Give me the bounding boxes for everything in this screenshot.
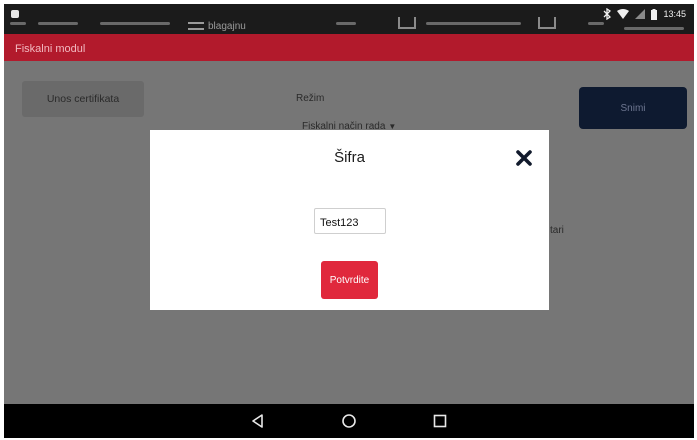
password-dialog: Šifra Potvrdite [150, 130, 549, 310]
clock: 13:45 [663, 9, 686, 19]
app-title: Fiskalni modul [15, 43, 86, 55]
save-button[interactable]: Snimi [579, 87, 687, 129]
confirm-button[interactable]: Potvrdite [321, 261, 378, 299]
signal-icon [635, 9, 646, 19]
app-bar: Fiskalni modul [4, 34, 694, 61]
recents-icon[interactable] [432, 413, 448, 429]
home-icon[interactable] [341, 413, 357, 429]
password-input[interactable] [314, 208, 386, 234]
wifi-icon [617, 9, 630, 19]
certificate-button[interactable]: Unos certifikata [22, 81, 144, 117]
back-icon[interactable] [250, 413, 266, 429]
dialog-title: Šifra [334, 149, 365, 166]
partial-text: tari [550, 225, 564, 236]
menu-icon [188, 22, 204, 30]
status-bar: blagajnu 13:45 [4, 4, 694, 34]
device-screen: blagajnu 13:45 Fiskalni modul Unos certi… [4, 4, 694, 438]
blurred-label: blagajnu [208, 21, 246, 32]
battery-icon [651, 8, 658, 20]
notification-icon [11, 10, 19, 18]
status-icons: 13:45 [603, 8, 686, 20]
bluetooth-icon [604, 8, 612, 20]
blurred-icon [538, 17, 556, 29]
navigation-bar [4, 404, 694, 438]
mode-label: Režim [296, 93, 325, 104]
blurred-icon [398, 17, 416, 29]
close-icon[interactable] [516, 150, 532, 166]
